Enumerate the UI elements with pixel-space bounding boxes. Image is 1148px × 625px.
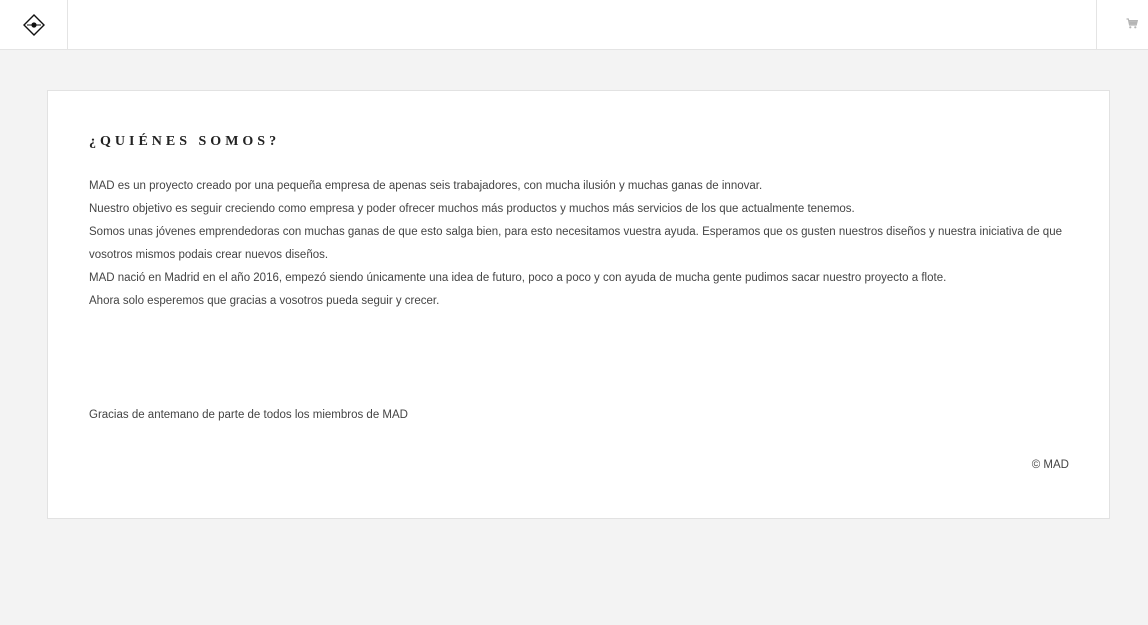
- about-paragraph: Somos unas jóvenes emprendedoras con muc…: [89, 226, 1062, 261]
- cart-button[interactable]: [1096, 0, 1148, 49]
- page-title: ¿QUIÉNES SOMOS?: [89, 134, 281, 149]
- about-body: MAD es un proyecto creado por una pequeñ…: [89, 175, 1079, 313]
- about-paragraph: MAD es un proyecto creado por una pequeñ…: [89, 180, 763, 192]
- about-paragraph: Ahora solo esperemos que gracias a vosot…: [89, 295, 440, 307]
- thanks-text: Gracias de antemano de parte de todos lo…: [89, 409, 408, 421]
- shopping-cart-icon: [1126, 18, 1138, 29]
- about-card: ¿QUIÉNES SOMOS? MAD es un proyecto cread…: [47, 90, 1110, 519]
- logo-link[interactable]: [0, 0, 68, 49]
- about-paragraph: Nuestro objetivo es seguir creciendo com…: [89, 203, 855, 215]
- copyright-text: © MAD: [1031, 459, 1069, 471]
- about-paragraph: MAD nació en Madrid en el año 2016, empe…: [89, 272, 947, 284]
- top-navbar: [0, 0, 1148, 50]
- diamond-dot-logo-icon: [22, 14, 45, 36]
